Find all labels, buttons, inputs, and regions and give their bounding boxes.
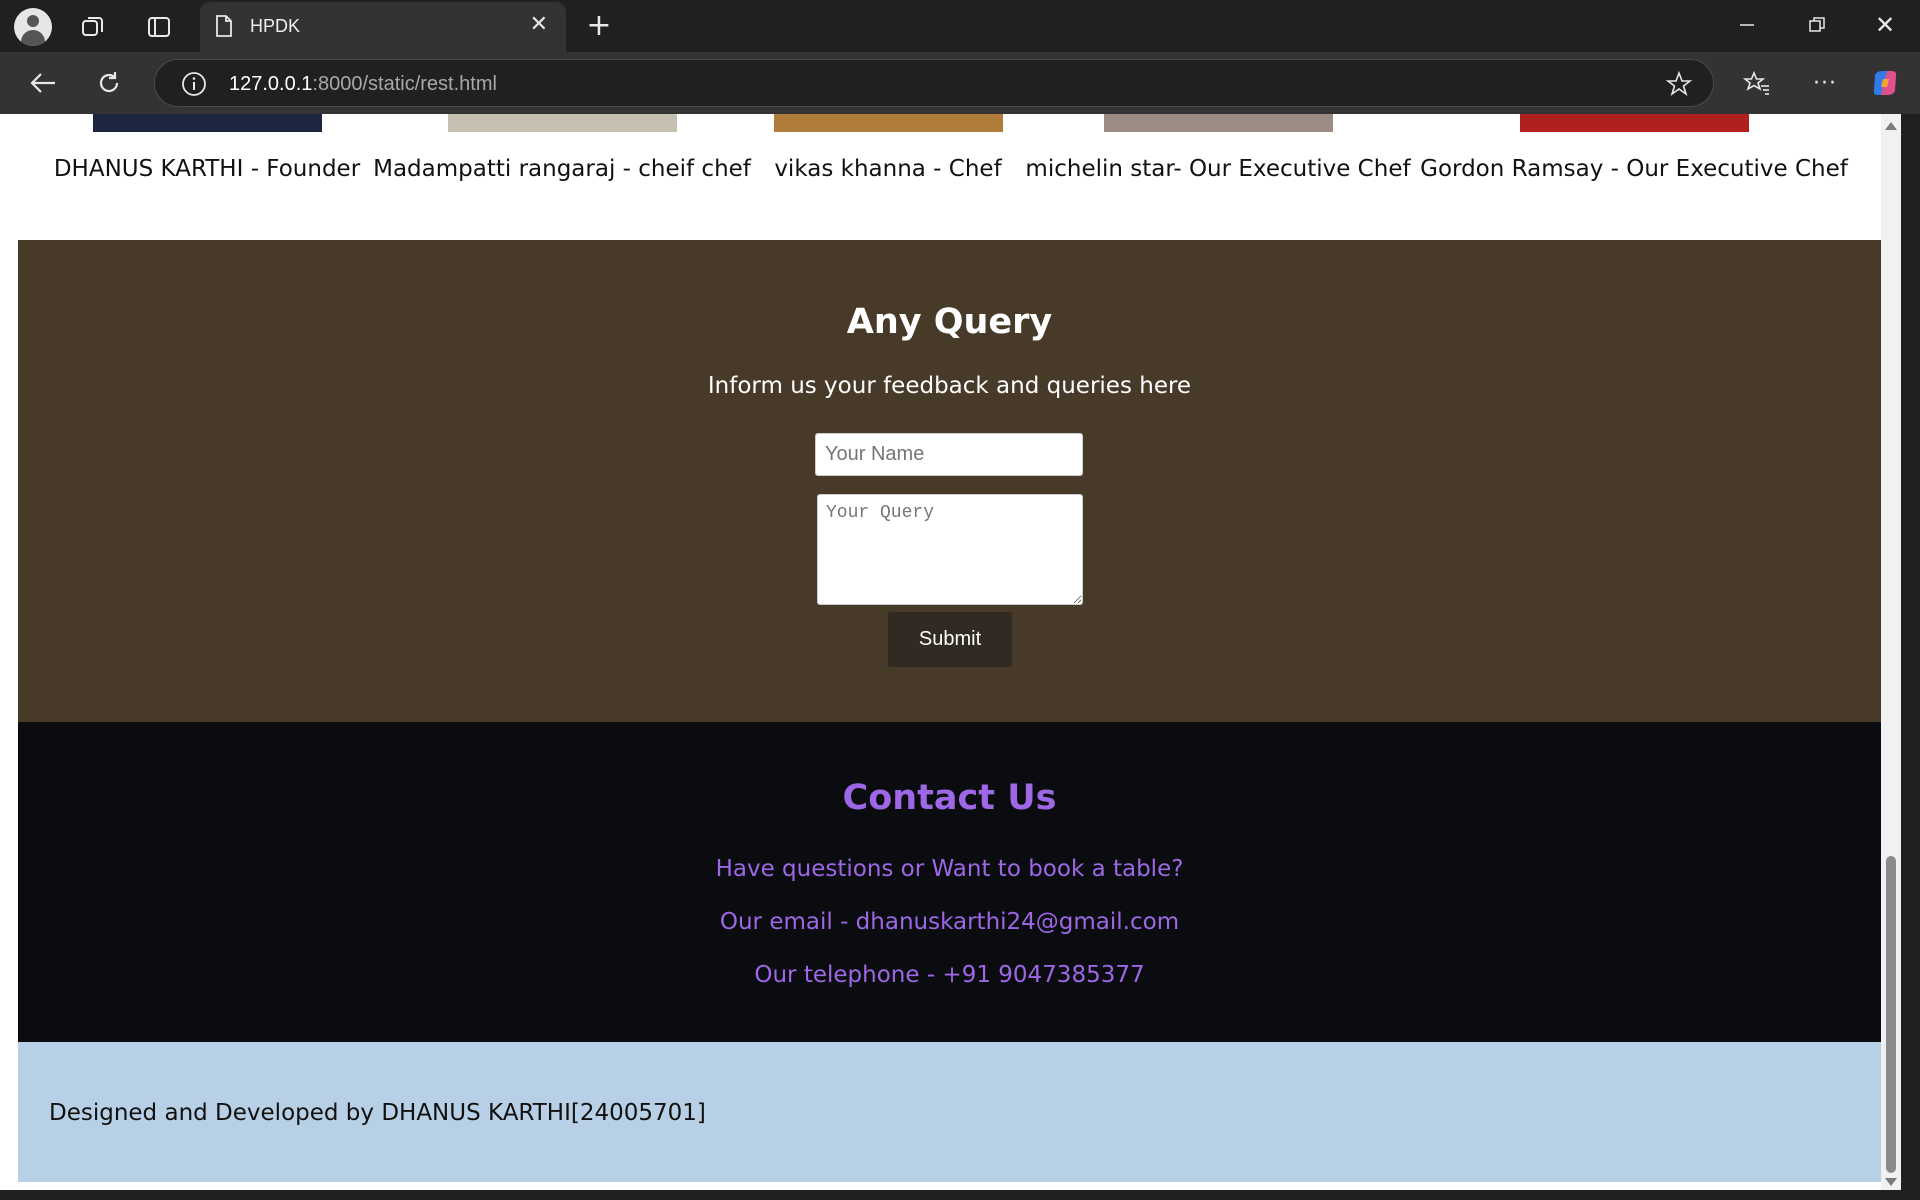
- query-textarea[interactable]: [817, 494, 1083, 605]
- submit-button[interactable]: Submit: [888, 612, 1012, 667]
- team-caption-chief-chef: Madampatti rangaraj - cheif chef: [373, 156, 751, 182]
- more-options-icon[interactable]: ···: [1808, 66, 1842, 100]
- contact-question: Have questions or Want to book a table?: [715, 856, 1184, 882]
- profile-icon[interactable]: [14, 8, 52, 46]
- workspaces-icon[interactable]: [78, 12, 108, 42]
- team-photo-3: [1104, 114, 1333, 132]
- browser-toolbar: 127.0.0.1:8000/static/rest.html ···: [0, 52, 1920, 114]
- back-icon[interactable]: [26, 66, 60, 100]
- contact-section: Contact Us Have questions or Want to boo…: [18, 722, 1881, 1042]
- scroll-up-icon[interactable]: [1885, 122, 1897, 130]
- contact-email: Our email - dhanuskarthi24@gmail.com: [719, 909, 1180, 935]
- query-subtitle: Inform us your feedback and queries here: [707, 373, 1192, 399]
- vertical-scrollbar[interactable]: [1881, 114, 1901, 1200]
- team-caption-gordon: Gordon Ramsay - Our Executive Chef: [1420, 156, 1848, 182]
- restore-icon[interactable]: [1802, 10, 1832, 40]
- query-section: Any Query Inform us your feedback and qu…: [18, 240, 1881, 722]
- team-photo-4: [1520, 114, 1749, 132]
- scroll-thumb[interactable]: [1886, 856, 1896, 1173]
- team-section: DHANUS KARTHI - Founder Madampatti ranga…: [18, 114, 1881, 240]
- window-close-icon[interactable]: ✕: [1870, 10, 1900, 40]
- contact-telephone: Our telephone - +91 9047385377: [754, 962, 1145, 988]
- copilot-icon[interactable]: [1868, 66, 1902, 100]
- favorites-icon[interactable]: [1740, 66, 1774, 100]
- team-caption-michelin: michelin star- Our Executive Chef: [1025, 156, 1411, 182]
- favorite-star-icon[interactable]: [1665, 70, 1693, 102]
- team-photo-1: [448, 114, 677, 132]
- team-photo-0: [93, 114, 322, 132]
- team-caption-chef: vikas khanna - Chef: [774, 156, 1002, 182]
- footer: Designed and Developed by DHANUS KARTHI[…: [18, 1042, 1881, 1182]
- scroll-down-icon[interactable]: [1885, 1178, 1897, 1186]
- name-input[interactable]: [815, 433, 1083, 476]
- url-text: 127.0.0.1:8000/static/rest.html: [229, 73, 497, 95]
- team-photo-2: [774, 114, 1003, 132]
- browser-tab-bar: HPDK ✕ + ✕: [0, 0, 1920, 52]
- footer-credit: Designed and Developed by DHANUS KARTHI[…: [49, 1100, 706, 1126]
- minimize-icon[interactable]: [1732, 10, 1762, 40]
- page-viewport: DHANUS KARTHI - Founder Madampatti ranga…: [0, 114, 1920, 1200]
- new-tab-icon[interactable]: +: [584, 8, 614, 43]
- window-border-bottom: [0, 1190, 1920, 1200]
- close-icon[interactable]: ✕: [530, 12, 548, 37]
- site-info-icon[interactable]: [181, 71, 207, 101]
- window-border: [1901, 114, 1920, 1200]
- refresh-icon[interactable]: [92, 66, 126, 100]
- query-title: Any Query: [846, 302, 1053, 342]
- tab-hpdk[interactable]: HPDK ✕: [200, 2, 566, 52]
- address-bar[interactable]: 127.0.0.1:8000/static/rest.html: [154, 59, 1714, 107]
- team-caption-founder: DHANUS KARTHI - Founder: [53, 156, 361, 182]
- tab-title: HPDK: [250, 16, 301, 36]
- page-icon: [214, 14, 234, 42]
- contact-title: Contact Us: [842, 778, 1057, 818]
- tab-actions-icon[interactable]: [144, 12, 174, 42]
